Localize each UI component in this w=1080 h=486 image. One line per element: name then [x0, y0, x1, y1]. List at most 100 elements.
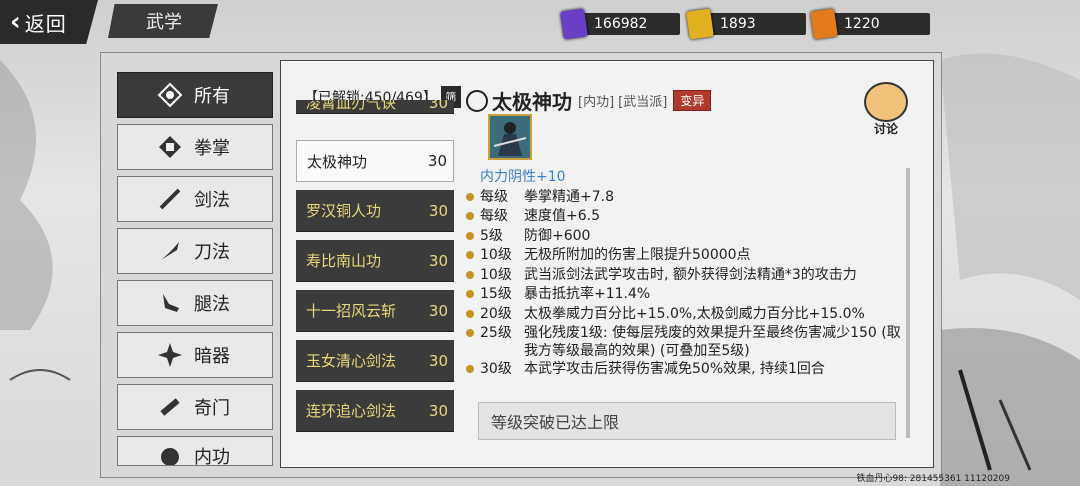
effect-text: 无极所附加的伤害上限提升50000点 [524, 247, 751, 263]
effect-level: 每级 [480, 208, 508, 224]
top-bar: ‹ 返回 武学 166982 1893 1220 [0, 0, 1080, 48]
gold-scroll-icon [686, 8, 714, 40]
category-hidden-weapon[interactable]: 暗器 [117, 332, 273, 378]
skill-effects: 内力阴性+10 每级 拳掌精通+7.8 每级 速度值+6.5 5级 防御+600 10… [466, 168, 906, 380]
category-leg[interactable]: 腿法 [117, 280, 273, 326]
odd-weapon-icon [156, 393, 184, 421]
skill-type-tag: [内功] [578, 95, 615, 110]
skill-header: 太极神功 [内功] [武当派] 变异 [466, 86, 712, 115]
chevron-left-icon: ‹ [10, 7, 21, 37]
effect-row: 每级 速度值+6.5 [466, 207, 906, 227]
skill-level: 30 [428, 251, 448, 270]
category-sword[interactable]: 剑法 [117, 176, 273, 222]
skill-list[interactable]: 凌霄血刃气诀 30 太极神功 30 罗汉铜人功 30 寿比南山功 30 十一招风… [296, 100, 456, 445]
skill-name: 十一招风云斩 [306, 302, 397, 320]
effect-level: 20级 [480, 305, 512, 322]
shuriken-icon [156, 341, 184, 369]
skill-level: 30 [428, 351, 448, 370]
list-item[interactable]: 寿比南山功 30 [296, 240, 454, 282]
effect-text: 本武学攻击后获得伤害减免50%效果, 持续1回合 [524, 361, 825, 377]
category-label: 奇门 [194, 398, 230, 419]
leg-icon [156, 289, 184, 317]
category-label: 所有 [194, 86, 230, 107]
currency-3[interactable]: 1220 [810, 8, 930, 40]
effect-row: 5级 防御+600 [466, 227, 906, 247]
skill-name: 寿比南山功 [306, 252, 382, 270]
category-label: 暗器 [194, 346, 230, 367]
list-item[interactable]: 玉女清心剑法 30 [296, 340, 454, 382]
effect-level: 每级 [480, 188, 508, 205]
list-item[interactable]: 罗汉铜人功 30 [296, 190, 454, 232]
effect-row: 15级 暴击抵抗率+11.4% [466, 285, 906, 305]
effect-level: 5级 [480, 227, 503, 244]
currency-3-value: 1220 [844, 16, 880, 32]
category-label: 剑法 [194, 190, 230, 211]
all-icon [156, 81, 184, 109]
back-button[interactable]: ‹ 返回 [0, 0, 98, 44]
skill-level: 30 [428, 201, 448, 220]
skill-level: 30 [427, 152, 447, 170]
skill-level: 30 [428, 100, 448, 112]
category-label: 腿法 [194, 294, 230, 315]
effect-level: 10级 [480, 266, 512, 283]
skill-title: 太极神功 [492, 90, 572, 114]
breakthrough-status: 等级突破已达上限 [478, 402, 896, 440]
page-title: 武学 [108, 4, 218, 38]
attribute-text: 内力阴性+10 [480, 169, 566, 185]
category-label: 刀法 [194, 242, 230, 263]
effect-row: 25级 强化残废1级: 使每层残废的效果提升至最终伤害减少150 (取我方等级最高… [466, 324, 906, 360]
effect-text: 速度值+6.5 [524, 208, 600, 224]
category-blade[interactable]: 刀法 [117, 228, 273, 274]
effect-text: 强化残废1级: 使每层残废的效果提升至最终伤害减少150 (取我方等级最高的效果… [524, 325, 901, 359]
effect-row: 30级 本武学攻击后获得伤害减免50%效果, 持续1回合 [466, 360, 906, 380]
skill-school-tag: [武当派] [618, 95, 668, 110]
skill-portrait [488, 114, 532, 160]
discuss-label: 讨论 [873, 122, 898, 136]
skill-name: 玉女清心剑法 [306, 352, 397, 370]
skill-name: 罗汉铜人功 [306, 202, 382, 220]
list-item[interactable]: 十一招风云斩 30 [296, 290, 454, 332]
detail-scrollbar[interactable] [906, 168, 910, 438]
internal-icon [156, 443, 184, 465]
currency-1-value: 166982 [594, 16, 648, 32]
variant-badge: 变异 [673, 90, 712, 111]
dog-avatar-icon [864, 82, 908, 122]
orange-scroll-icon [810, 8, 838, 40]
discuss-button[interactable]: 讨论 [862, 82, 910, 136]
effect-text: 暴击抵抗率+11.4% [524, 286, 651, 302]
currency-2-value: 1893 [720, 16, 756, 32]
effect-level: 25级 [480, 325, 512, 341]
skill-level: 30 [428, 401, 448, 420]
effect-row: 20级 太极拳威力百分比+15.0%,太极剑威力百分比+15.0% [466, 305, 906, 325]
footer-watermark: 铁血丹心98: 281455361 11120209 [856, 474, 1010, 484]
category-fist[interactable]: 拳掌 [117, 124, 273, 170]
attribute-row: 内力阴性+10 [466, 168, 906, 188]
purple-scroll-icon [560, 8, 588, 40]
effect-text: 拳掌精通+7.8 [524, 188, 614, 205]
back-label: 返回 [24, 11, 67, 36]
sword-icon [156, 185, 184, 213]
skill-name: 太极神功 [307, 152, 368, 171]
effect-text: 武当派剑法武学攻击时, 额外获得剑法精通*3的攻击力 [524, 266, 857, 283]
effect-row: 每级 拳掌精通+7.8 [466, 188, 906, 208]
list-item[interactable]: 连环追心剑法 30 [296, 390, 454, 432]
fist-icon [156, 133, 184, 161]
currency-2[interactable]: 1893 [686, 8, 806, 40]
category-label: 拳掌 [194, 138, 230, 159]
list-item[interactable]: 凌霄血刃气诀 30 [296, 100, 454, 114]
list-item-selected[interactable]: 太极神功 30 [296, 140, 454, 182]
category-all[interactable]: 所有 [117, 72, 273, 118]
category-internal[interactable]: 内功 [117, 436, 273, 466]
currency-1[interactable]: 166982 [560, 8, 680, 40]
effect-level: 30级 [480, 361, 512, 377]
effect-level: 10级 [480, 247, 512, 263]
effect-level: 15级 [480, 286, 512, 302]
effect-text: 太极拳威力百分比+15.0%,太极剑威力百分比+15.0% [524, 305, 865, 322]
effect-text: 防御+600 [524, 227, 591, 244]
effect-row: 10级 无极所附加的伤害上限提升50000点 [466, 246, 906, 266]
skill-level: 30 [428, 301, 448, 320]
category-label: 内功 [194, 447, 230, 466]
category-odd-weapon[interactable]: 奇门 [117, 384, 273, 430]
blade-icon [156, 237, 184, 265]
skill-name: 凌霄血刃气诀 [306, 100, 397, 112]
